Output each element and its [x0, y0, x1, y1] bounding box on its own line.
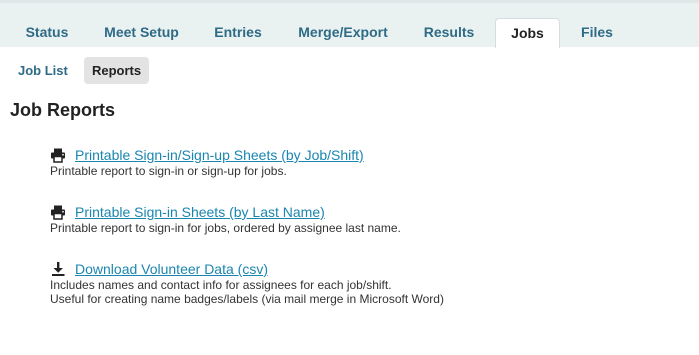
report-link-signin-by-last-name[interactable]: Printable Sign-in Sheets (by Last Name) [75, 204, 325, 220]
tab-merge-export[interactable]: Merge/Export [287, 18, 399, 47]
tab-meet-setup[interactable]: Meet Setup [94, 18, 189, 47]
report-item: Printable Sign-in Sheets (by Last Name) … [50, 203, 401, 235]
main-tabs: Status Meet Setup Entries Merge/Export R… [0, 18, 699, 48]
report-description: Printable report to sign-in for jobs, or… [50, 221, 401, 235]
tab-jobs[interactable]: Jobs [495, 18, 560, 48]
tab-status[interactable]: Status [13, 18, 81, 47]
tab-files[interactable]: Files [570, 18, 624, 47]
report-description: Printable report to sign-in or sign-up f… [50, 164, 287, 178]
printer-icon [51, 148, 65, 163]
subtab-job-list[interactable]: Job List [10, 57, 76, 84]
report-item: Printable Sign-in/Sign-up Sheets (by Job… [50, 146, 364, 178]
page-title: Job Reports [10, 100, 116, 120]
report-item: Download Volunteer Data (csv) Includes n… [50, 260, 444, 306]
printer-icon [51, 205, 65, 220]
subtab-reports[interactable]: Reports [84, 57, 150, 84]
report-description: Useful for creating name badges/labels (… [50, 292, 444, 306]
report-link-signin-signup-by-job[interactable]: Printable Sign-in/Sign-up Sheets (by Job… [75, 147, 364, 163]
report-link-download-volunteer-data[interactable]: Download Volunteer Data (csv) [75, 261, 268, 277]
download-icon [52, 262, 65, 276]
report-description: Includes names and contact info for assi… [50, 278, 392, 292]
tab-entries[interactable]: Entries [203, 18, 273, 47]
tab-results[interactable]: Results [413, 18, 485, 47]
